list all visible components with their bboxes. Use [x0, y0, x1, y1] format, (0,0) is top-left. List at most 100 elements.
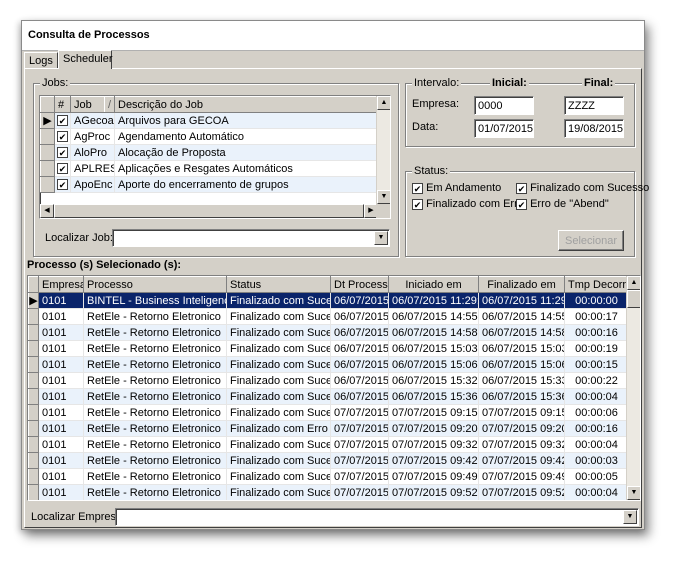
- processo-row[interactable]: 0101 RetEle - Retorno Eletronico Finalizad…: [28, 468, 629, 485]
- job-checkbox-cell[interactable]: ✔: [54, 160, 71, 177]
- job-row[interactable]: ✔ ApoEnc Aporte do encerramento de grupos: [40, 176, 379, 193]
- processo-row[interactable]: 0101 RetEle - Retorno Eletronico Finalizad…: [28, 420, 629, 437]
- checkbox-icon[interactable]: ✔: [516, 198, 527, 210]
- jobs-col-job[interactable]: Job: [70, 96, 105, 113]
- checkbox-icon[interactable]: ✔: [57, 179, 68, 191]
- row-indicator: [28, 404, 39, 421]
- cell-empresa: 0101: [38, 468, 84, 485]
- job-checkbox-cell[interactable]: ✔: [54, 176, 71, 193]
- processo-row[interactable]: 0101 RetEle - Retorno Eletronico Finalizad…: [28, 340, 629, 357]
- scroll-down-arrow-icon[interactable]: ▼: [627, 486, 640, 500]
- job-description: Aporte do encerramento de grupos: [114, 176, 379, 193]
- jobs-col-number[interactable]: #: [54, 96, 71, 113]
- col-iniciado-em[interactable]: Iniciado em: [388, 276, 479, 293]
- processo-row[interactable]: 0101 RetEle - Retorno Eletronico Finalizad…: [28, 452, 629, 469]
- checkbox-icon[interactable]: ✔: [412, 182, 423, 194]
- col-dt-processo[interactable]: Dt Processo: [330, 276, 389, 293]
- cell-iniciado-em: 07/07/2015 09:42:07: [388, 452, 479, 469]
- scroll-up-arrow-icon[interactable]: ▲: [627, 276, 640, 290]
- checkbox-icon[interactable]: ✔: [57, 131, 68, 143]
- scroll-down-arrow-icon[interactable]: ▼: [377, 190, 390, 204]
- checkbox-icon[interactable]: ✔: [412, 198, 423, 210]
- empresa-final-input[interactable]: ZZZZ: [564, 96, 624, 115]
- scroll-up-arrow-icon[interactable]: ▲: [377, 96, 390, 110]
- cell-empresa: 0101: [38, 388, 84, 405]
- localizar-empresa-combo[interactable]: ▼: [115, 508, 639, 526]
- col-status[interactable]: Status: [226, 276, 331, 293]
- col-tmp-decorrido[interactable]: Tmp Decorrido: [564, 276, 629, 293]
- row-pointer-icon: ▶: [28, 292, 39, 309]
- status-option-erro-abend[interactable]: ✔ Erro de "Abend": [516, 198, 609, 210]
- checkbox-icon[interactable]: ✔: [516, 182, 527, 194]
- localizar-job-combo[interactable]: ▼: [112, 229, 390, 247]
- job-row[interactable]: ▶ ✔ AGecoa Arquivos para GECOA: [40, 112, 379, 129]
- empresa-inicial-input[interactable]: 0000: [474, 96, 534, 115]
- cell-iniciado-em: 06/07/2015 11:29:13: [388, 292, 479, 309]
- processo-row[interactable]: 0101 RetEle - Retorno Eletronico Finalizad…: [28, 388, 629, 405]
- row-indicator: [28, 356, 39, 373]
- jobs-table: # Job / Descrição do Job ▶ ✔ AGecoa Arquivo…: [40, 96, 379, 193]
- cell-iniciado-em: 06/07/2015 14:58:26: [388, 324, 479, 341]
- processos-vscroll-thumb[interactable]: [627, 290, 640, 308]
- cell-dt-processo: 07/07/2015: [330, 484, 389, 500]
- job-checkbox-cell[interactable]: ✔: [54, 112, 71, 129]
- cell-empresa: 0101: [38, 308, 84, 325]
- cell-empresa: 0101: [38, 484, 84, 500]
- jobs-grid[interactable]: # Job / Descrição do Job ▶ ✔ AGecoa Arquivo…: [39, 95, 391, 219]
- consulta-processos-window: Consulta de Processos Logs Scheduler Job…: [21, 20, 649, 530]
- col-empresa[interactable]: Empresa/: [38, 276, 84, 293]
- cell-processo: RetEle - Retorno Eletronico: [83, 308, 227, 325]
- dropdown-arrow-icon[interactable]: ▼: [623, 510, 637, 524]
- processo-row[interactable]: ▶ 0101 BINTEL - Business Inteligence Finali…: [28, 292, 629, 309]
- status-option-em-andamento[interactable]: ✔ Em Andamento: [412, 182, 501, 194]
- processo-row[interactable]: 0101 RetEle - Retorno Eletronico Finalizad…: [28, 484, 629, 500]
- processos-vertical-scrollbar[interactable]: ▲ ▼: [626, 276, 640, 500]
- cell-iniciado-em: 07/07/2015 09:49:33: [388, 468, 479, 485]
- data-final-input[interactable]: 19/08/2015: [564, 119, 624, 138]
- job-description: Arquivos para GECOA: [114, 112, 379, 129]
- cell-finalizado-em: 06/07/2015 14:58:42: [478, 324, 565, 341]
- jobs-col-description[interactable]: Descrição do Job: [114, 96, 379, 113]
- tab-scheduler[interactable]: Scheduler: [58, 50, 113, 69]
- cell-dt-processo: 06/07/2015: [330, 308, 389, 325]
- scroll-left-arrow-icon[interactable]: ◀: [40, 204, 54, 218]
- intervalo-label: Intervalo:: [412, 77, 462, 89]
- cell-tmp-decorrido: 00:00:17: [564, 308, 629, 325]
- tab-logs[interactable]: Logs: [24, 52, 58, 69]
- scroll-corner: [376, 204, 390, 218]
- checkbox-icon[interactable]: ✔: [57, 147, 68, 159]
- checkbox-icon[interactable]: ✔: [57, 115, 68, 127]
- cell-tmp-decorrido: 00:00:05: [564, 468, 629, 485]
- processo-row[interactable]: 0101 RetEle - Retorno Eletronico Finalizad…: [28, 436, 629, 453]
- job-checkbox-cell[interactable]: ✔: [54, 128, 71, 145]
- processo-row[interactable]: 0101 RetEle - Retorno Eletronico Finalizad…: [28, 324, 629, 341]
- cell-iniciado-em: 06/07/2015 14:55:22: [388, 308, 479, 325]
- checkbox-icon[interactable]: ✔: [57, 163, 68, 175]
- processo-row[interactable]: 0101 RetEle - Retorno Eletronico Finalizad…: [28, 356, 629, 373]
- status-option-finalizado-erro[interactable]: ✔ Finalizado com Erro: [412, 198, 524, 210]
- em-andamento-label: Em Andamento: [426, 182, 502, 194]
- col-processo[interactable]: Processo: [83, 276, 227, 293]
- processo-row[interactable]: 0101 RetEle - Retorno Eletronico Finalizad…: [28, 308, 629, 325]
- row-indicator: [28, 436, 39, 453]
- data-inicial-input[interactable]: 01/07/2015: [474, 119, 534, 138]
- cell-status: Finalizado com Sucesso: [226, 292, 331, 309]
- selecionar-button[interactable]: Selecionar: [558, 230, 624, 251]
- job-checkbox-cell[interactable]: ✔: [54, 144, 71, 161]
- processo-row[interactable]: 0101 RetEle - Retorno Eletronico Finalizad…: [28, 404, 629, 421]
- row-indicator: [40, 176, 55, 193]
- processo-row[interactable]: 0101 RetEle - Retorno Eletronico Finalizad…: [28, 372, 629, 389]
- job-row[interactable]: ✔ AloPro Alocação de Proposta: [40, 144, 379, 161]
- jobs-hscroll-thumb[interactable]: [54, 204, 364, 218]
- cell-status: Finalizado com Sucesso: [226, 468, 331, 485]
- jobs-horizontal-scrollbar[interactable]: ◀ ▶: [40, 204, 378, 218]
- processos-grid[interactable]: Empresa/ Processo Status Dt Processo Ini…: [27, 275, 641, 501]
- status-option-finalizado-sucesso[interactable]: ✔ Finalizado com Sucesso: [516, 182, 649, 194]
- dropdown-arrow-icon[interactable]: ▼: [374, 231, 388, 245]
- inicial-label: Inicial:: [490, 77, 529, 89]
- col-finalizado-em[interactable]: Finalizado em: [478, 276, 565, 293]
- job-row[interactable]: ✔ AgProc Agendamento Automático: [40, 128, 379, 145]
- finalizado-sucesso-label: Finalizado com Sucesso: [530, 182, 650, 194]
- jobs-vertical-scrollbar[interactable]: ▲ ▼: [376, 96, 390, 204]
- job-row[interactable]: ✔ APLRES Aplicações e Resgates Automáticos: [40, 160, 379, 177]
